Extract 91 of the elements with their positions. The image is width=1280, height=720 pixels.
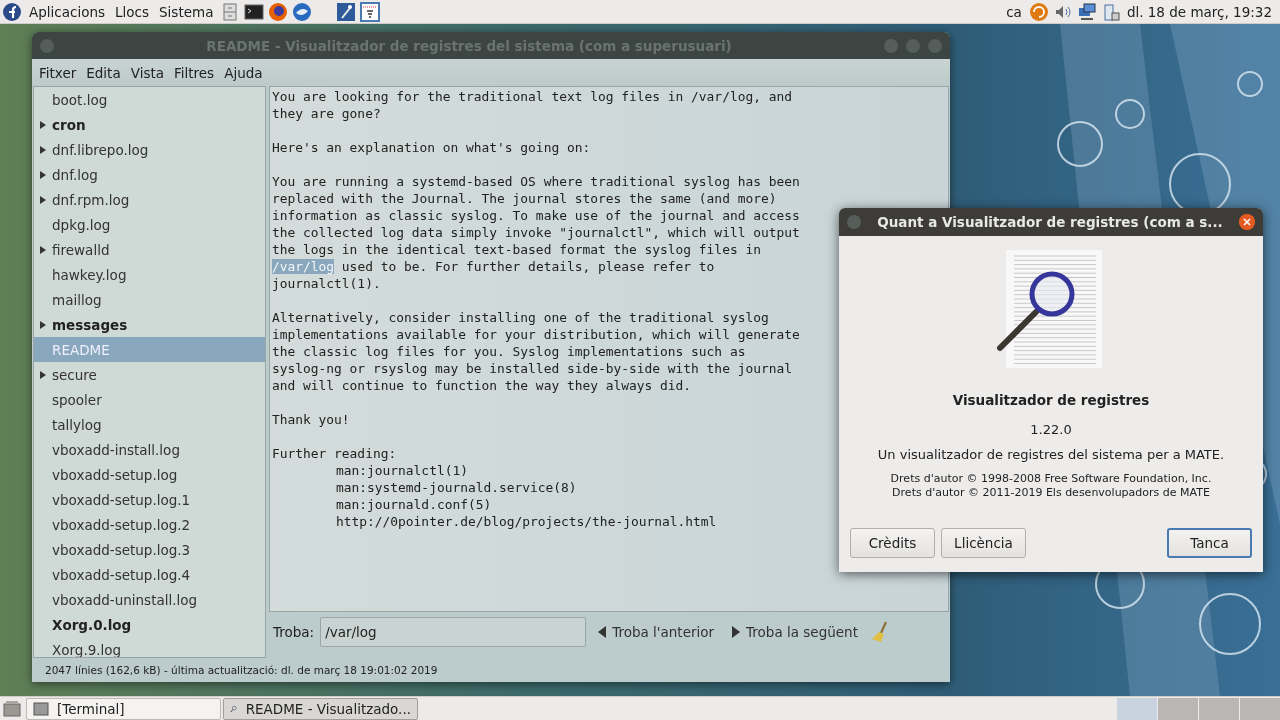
log-list-item[interactable]: vboxadd-setup.log [34, 462, 265, 487]
left-triangle-icon [598, 626, 607, 638]
clock[interactable]: dl. 18 de març, 19:32 [1122, 3, 1280, 20]
expander-arrow-icon[interactable] [40, 145, 46, 154]
log-list-item[interactable]: secure [34, 362, 265, 387]
log-text-line: man:journalctl(1) [335, 462, 468, 479]
log-text-line: man:systemd-journald.service(8) [335, 479, 577, 496]
panel-menu[interactable]: Sistema [154, 3, 219, 20]
log-text-line: journalctl(1). [272, 275, 381, 292]
app-name: Visualitzador de registres [952, 392, 1150, 408]
log-text-line: and will continue to function the way they always did. [272, 377, 692, 394]
menu-item[interactable]: Ajuda [219, 64, 268, 81]
update-notifier-icon[interactable] [1028, 1, 1049, 22]
log-list-item[interactable]: vboxadd-setup.log.2 [34, 512, 265, 537]
log-list-item[interactable]: spooler [34, 387, 265, 412]
terminal-icon[interactable] [244, 1, 265, 22]
dialog-button[interactable]: Llicència [941, 528, 1026, 558]
expander-arrow-icon[interactable] [40, 195, 46, 204]
log-text-line: information as classic syslog. To make use of the journal and access [272, 207, 800, 224]
log-text-line: Here's an explanation on what's going on: [272, 139, 591, 156]
log-list-item[interactable]: vboxadd-uninstall.log [34, 587, 265, 612]
log-list-item[interactable]: tallylog [34, 412, 265, 437]
log-text-line: replaced with the Journal. The journal stores the same (and more) [272, 190, 777, 207]
log-list-item[interactable]: firewalld [34, 237, 265, 262]
taskbar-button[interactable]: README - Visualitzado... [223, 697, 418, 720]
log-text-line: the collected log data simply invoke "journalctl", which will output [272, 224, 800, 241]
show-desktop-icon[interactable] [2, 698, 22, 719]
log-text-line: Thank you! [272, 411, 350, 428]
log-list-item[interactable]: dnf.log [34, 162, 265, 187]
log-text-line: implementations available for your distribution, which will generate [272, 326, 800, 343]
log-text-line: http://0pointer.de/blog/projects/the-journal.html [335, 513, 717, 530]
panel-menu[interactable]: Aplicacions [24, 3, 111, 20]
log-text-line: the logs in the identical text-based format the syslog files in [272, 241, 761, 258]
status-text: 2047 línies (162,6 kB) - última actualització: dl. de març 18 19:01:02 2019 [45, 664, 438, 676]
log-list-item[interactable]: vboxadd-setup.log.1 [34, 487, 265, 512]
dialog-title: Quant a Visualitzador de registres (com a s... [876, 214, 1224, 230]
log-text-line: Alternatively, consider installing one of the traditional syslog [272, 309, 769, 326]
workspace-switcher-item[interactable] [1116, 697, 1157, 720]
log-list-item[interactable]: Xorg.9.log [34, 637, 265, 657]
log-text-line: Further reading: [272, 445, 397, 462]
log-list-item[interactable]: dnf.rpm.log [34, 187, 265, 212]
log-list-item[interactable]: boot.log [34, 87, 265, 112]
menu-item[interactable]: Vista [125, 64, 169, 81]
log-list-item[interactable]: dnf.librepo.log [34, 137, 265, 162]
find-previous-button[interactable]: Troba l'anterior [592, 624, 721, 640]
log-text-line: /var/log used to be. For further details, please refer to [272, 258, 715, 275]
panel-menu[interactable]: Llocs [110, 3, 155, 20]
log-list-item[interactable]: messages [34, 312, 265, 337]
log-text-line: You are running a systemd-based OS where traditional syslog has been [272, 173, 800, 190]
app-version: 1.22.0 [1030, 422, 1072, 437]
keyboard-layout-indicator[interactable]: ca [1001, 3, 1027, 20]
log-text-line: syslog-ng or rsyslog may be installed side-by-side with the journal [272, 360, 792, 377]
find-field[interactable]: /var/log [320, 617, 587, 647]
expander-arrow-icon[interactable] [40, 245, 46, 254]
log-text-line: man:journald.conf(5) [335, 496, 492, 513]
menu-item[interactable]: Fitxer [34, 64, 82, 81]
find-label: Troba: [273, 624, 315, 640]
magic-wand-icon[interactable] [336, 1, 357, 22]
log-list-item[interactable]: vboxadd-install.log [34, 437, 265, 462]
close-button[interactable] [1239, 214, 1255, 230]
log-list-item[interactable]: hawkey.log [34, 262, 265, 287]
menu-item[interactable]: Edita [81, 64, 126, 81]
terminal-icon [33, 700, 49, 717]
log-text-line: You are looking for the traditional text log files in /var/log, and [272, 88, 792, 105]
log-list-item[interactable]: vboxadd-setup.log.4 [34, 562, 265, 587]
expander-arrow-icon[interactable] [40, 370, 46, 379]
log-list-item[interactable]: cron [34, 112, 265, 137]
log-list-item[interactable]: vboxadd-setup.log.3 [34, 537, 265, 562]
app-description: Un visualitzador de registres del sistema per a MATE. [877, 447, 1225, 462]
dialog-button[interactable]: Crèdits [850, 528, 935, 558]
copyright-line: Drets d'autor © 1998-2008 Free Software Foundation, Inc. [890, 472, 1212, 486]
workspace-switcher-item[interactable] [1157, 697, 1198, 720]
log-list-item[interactable]: Xorg.0.log [34, 612, 265, 637]
workspace-switcher-item[interactable] [1239, 697, 1280, 720]
log-viewer-icon[interactable] [360, 1, 381, 22]
log-text-line: the classic log files for you. Syslog implementations such as [272, 343, 746, 360]
log-list-item[interactable]: dpkg.log [34, 212, 265, 237]
network-icon[interactable] [1076, 1, 1097, 22]
copyright-line: Drets d'autor © 2011-2019 Els desenvolupadors de MATE [891, 486, 1211, 500]
log-text-line: they are gone? [272, 105, 381, 122]
find-next-button[interactable]: Troba la següent [726, 624, 864, 640]
taskbar-button[interactable]: [Terminal] [26, 697, 221, 720]
expander-arrow-icon[interactable] [40, 320, 46, 329]
right-triangle-icon [732, 626, 741, 638]
expander-arrow-icon[interactable] [40, 170, 46, 179]
menu-item[interactable]: Filtres [169, 64, 220, 81]
dialog-button[interactable]: Tanca [1167, 528, 1252, 558]
log-list-item[interactable]: maillog [34, 287, 265, 312]
expander-arrow-icon[interactable] [40, 120, 46, 129]
fedora-logo-icon[interactable] [2, 1, 22, 22]
workspace-switcher-item[interactable] [1198, 697, 1239, 720]
